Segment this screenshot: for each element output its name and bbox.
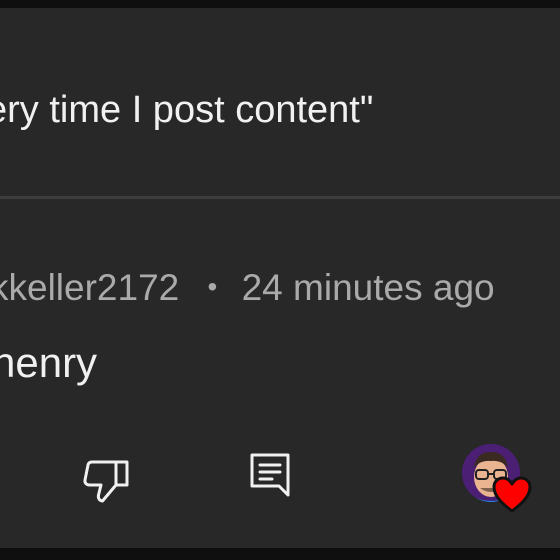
red-heart-icon: [492, 476, 532, 513]
comment-meta: kkeller2172 • 24 minutes ago: [0, 266, 495, 313]
comment-divider: [0, 196, 560, 199]
meta-separator: •: [207, 271, 218, 302]
app-frame: ery time I post content" kkeller2172 • 2…: [0, 0, 560, 560]
comment-text: henry: [0, 339, 98, 386]
previous-comment-text: ery time I post content": [0, 89, 374, 131]
reply-comment-icon[interactable]: [248, 451, 294, 501]
comments-panel: ery time I post content" kkeller2172 • 2…: [0, 8, 560, 548]
creator-heart-button[interactable]: [462, 444, 538, 520]
thumbs-down-icon[interactable]: [82, 458, 132, 504]
comment-author[interactable]: kkeller2172: [0, 267, 179, 308]
comment-timestamp[interactable]: 24 minutes ago: [242, 267, 495, 308]
